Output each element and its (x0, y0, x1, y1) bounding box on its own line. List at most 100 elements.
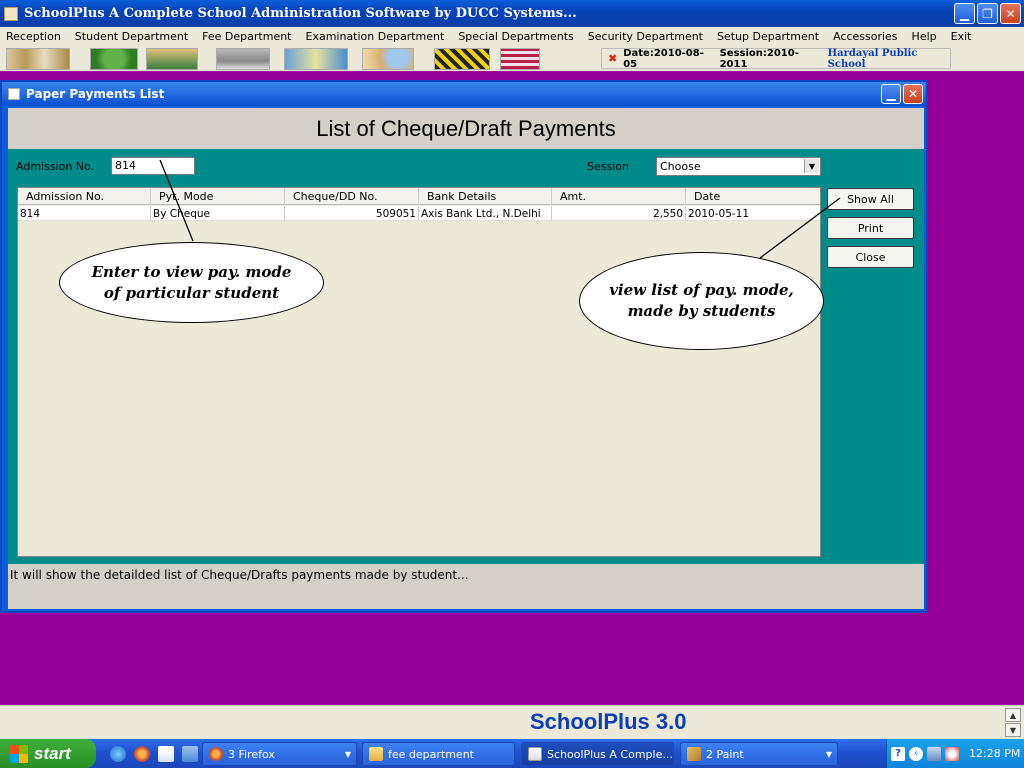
chevron-down-icon: ▼ (825, 749, 832, 759)
inner-window-title-bar: Paper Payments List ▁ ✕ (2, 82, 926, 106)
close-button[interactable]: ✕ (1000, 3, 1021, 24)
firefox-icon (209, 747, 223, 761)
column-header-admission-no[interactable]: Admission No. (18, 188, 151, 205)
java-window-icon (8, 88, 20, 100)
session-status-bar: ✖ Date:2010-08-05 Session:2010-2011 Hard… (601, 47, 951, 70)
footer-help-band: It will show the detailded list of Chequ… (8, 564, 924, 609)
callout-show-all-hint: view list of pay. mode, made by students (579, 252, 824, 350)
payments-panel: Admission No. 814 Session Choose ▼ Admis… (8, 149, 924, 564)
windows-logo-icon (10, 744, 28, 763)
payments-table: Admission No. Pyt. Mode Cheque/DD No. Ba… (17, 187, 821, 557)
help-icon[interactable]: ? (891, 746, 905, 761)
callout-show-all-text: view list of pay. mode, made by students (609, 281, 794, 320)
column-header-amount[interactable]: Amt. (552, 188, 686, 205)
cell-date: 2010-05-11 (688, 207, 750, 220)
gmail-notifier-icon[interactable] (945, 746, 959, 761)
close-x-icon: ✖ (608, 52, 618, 65)
scroll-up-icon[interactable]: ▲ (1005, 708, 1021, 722)
school-name: Hardayal Public School (827, 47, 918, 70)
taskbar-fee-department[interactable]: fee department (362, 742, 515, 766)
menu-student-department[interactable]: Student Department (69, 30, 196, 43)
menu-setup-department[interactable]: Setup Department (711, 30, 827, 43)
reception-tool-icon[interactable] (6, 47, 70, 70)
session-select[interactable]: Choose ▼ (656, 157, 821, 176)
brand-title: SchoolPlus 3.0 (530, 709, 687, 734)
show-desktop-icon[interactable] (158, 745, 174, 762)
menu-accessories[interactable]: Accessories (827, 30, 905, 43)
menu-security-department[interactable]: Security Department (582, 30, 711, 43)
menu-exit[interactable]: Exit (945, 30, 980, 43)
restore-button[interactable]: ❐ (977, 3, 998, 24)
show-all-button[interactable]: Show All (827, 188, 914, 210)
inner-window-title: Paper Payments List (26, 87, 165, 101)
chevron-down-icon: ▼ (344, 749, 351, 759)
chevron-down-icon[interactable]: ▼ (804, 159, 819, 173)
students-tool-icon[interactable] (146, 47, 198, 70)
footer-help-text: It will show the detailded list of Chequ… (10, 568, 469, 582)
window-controls: ▁ ❐ ✕ (954, 3, 1021, 24)
session-select-value: Choose (660, 160, 701, 173)
table-header: Admission No. Pyt. Mode Cheque/DD No. Ba… (18, 188, 820, 205)
taskbar-firefox[interactable]: 3 Firefox ▼ (202, 742, 357, 766)
inner-window-controls: ▁ ✕ (881, 84, 923, 104)
setup-tool-icon[interactable] (434, 47, 490, 70)
taskbar-schoolplus[interactable]: SchoolPlus A Comple... (521, 742, 674, 766)
cell-amount: 2,550 (552, 206, 686, 221)
cell-cheque-dd-no: 509051 (285, 206, 419, 221)
admission-no-input[interactable]: 814 (111, 157, 195, 175)
menu-reception[interactable]: Reception (0, 30, 69, 43)
column-header-bank-details[interactable]: Bank Details (419, 188, 552, 205)
scroll-down-icon[interactable]: ▼ (1005, 723, 1021, 737)
fee-money-tool-icon[interactable] (90, 47, 138, 70)
column-header-cheque-dd-no[interactable]: Cheque/DD No. (285, 188, 419, 205)
menu-fee-department[interactable]: Fee Department (196, 30, 299, 43)
menu-help[interactable]: Help (906, 30, 945, 43)
app-title-bar: SchoolPlus A Complete School Administrat… (0, 0, 1024, 27)
media-icon[interactable] (182, 745, 198, 762)
current-session: Session:2010-2011 (719, 47, 799, 70)
cell-payment-mode: By Cheque (151, 206, 285, 221)
app-icon (4, 6, 18, 21)
brand-strip: SchoolPlus 3.0 ▲ ▼ (0, 705, 1024, 739)
taskbar-paint[interactable]: 2 Paint ▼ (680, 742, 838, 766)
column-header-payment-mode[interactable]: Pyt. Mode (151, 188, 285, 205)
internet-explorer-icon[interactable] (110, 745, 126, 762)
inner-close-button[interactable]: ✕ (903, 84, 923, 104)
security-safe-tool-icon[interactable] (216, 47, 270, 70)
books-tool-icon[interactable] (284, 47, 348, 70)
start-button[interactable]: start (0, 739, 96, 768)
print-button[interactable]: Print (827, 217, 914, 239)
minimize-button[interactable]: ▁ (954, 3, 975, 24)
callout-admission-text: Enter to view pay. mode of particular st… (91, 262, 292, 302)
network-icon[interactable] (927, 746, 941, 761)
taskbar-schoolplus-label: SchoolPlus A Comple... (547, 747, 673, 761)
taskbar-firefox-label: 3 Firefox (228, 747, 275, 761)
app-title: SchoolPlus A Complete School Administrat… (24, 6, 577, 21)
tray-expand-icon[interactable]: ‹ (909, 746, 923, 761)
menu-examination-department[interactable]: Examination Department (300, 30, 453, 43)
cell-admission-no: 814 (18, 206, 151, 221)
page-heading-band: List of Cheque/Draft Payments (8, 108, 924, 149)
java-icon (528, 747, 542, 761)
taskbar-paint-label: 2 Paint (706, 747, 744, 761)
callout-admission-hint: Enter to view pay. mode of particular st… (59, 242, 324, 323)
session-label: Session (587, 160, 629, 173)
cell-bank-details: Axis Bank Ltd., N.Delhi (419, 206, 552, 221)
search-magnifier-tool-icon[interactable] (362, 47, 414, 70)
taskbar-fee-department-label: fee department (388, 747, 474, 761)
inner-minimize-button[interactable]: ▁ (881, 84, 901, 104)
column-header-date[interactable]: Date (686, 188, 820, 205)
taskbar-clock: 12:28 PM (969, 747, 1021, 760)
menu-special-departments[interactable]: Special Departments (452, 30, 581, 43)
firefox-quicklaunch-icon[interactable] (134, 745, 150, 762)
close-window-button[interactable]: Close (827, 246, 914, 268)
toolbar: ✖ Date:2010-08-05 Session:2010-2011 Hard… (0, 46, 1024, 71)
page-heading: List of Cheque/Draft Payments (316, 115, 616, 141)
paper-payments-window: Paper Payments List ▁ ✕ List of Cheque/D… (0, 80, 928, 613)
admission-no-label: Admission No. (16, 160, 95, 173)
current-date: Date:2010-08-05 (623, 47, 704, 70)
taskbar: start 3 Firefox ▼ fee department SchoolP… (0, 739, 1024, 768)
accessories-tool-icon[interactable] (500, 47, 540, 70)
paint-icon (687, 747, 701, 761)
table-row[interactable]: 814 By Cheque 509051 Axis Bank Ltd., N.D… (18, 206, 820, 221)
